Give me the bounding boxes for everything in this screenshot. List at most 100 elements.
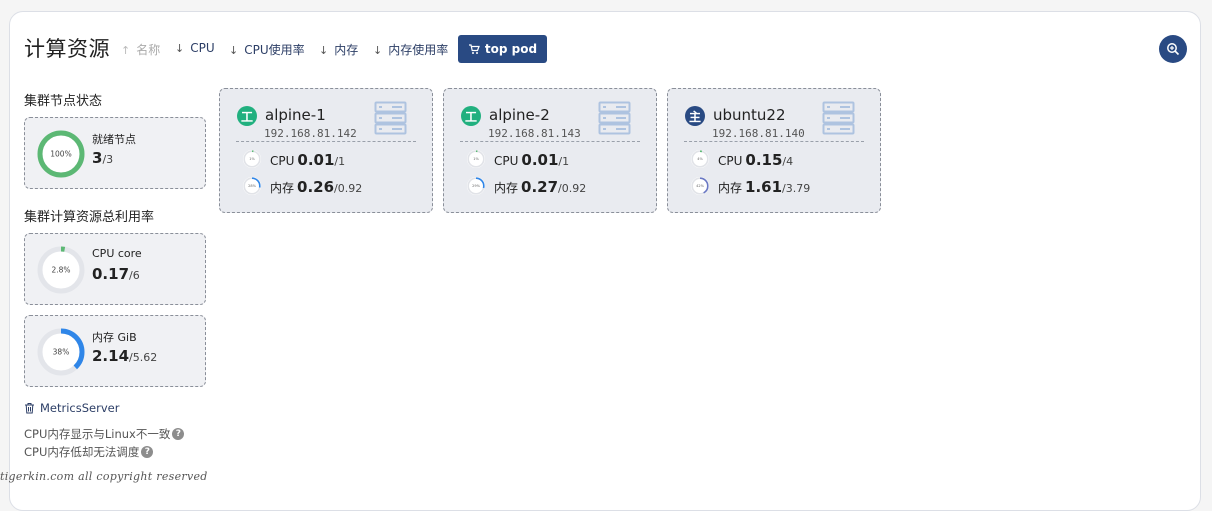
node-ip: 192.168.81.143 (488, 127, 581, 140)
value: 3 (92, 149, 103, 167)
server-icon (822, 101, 855, 135)
master-badge: 主 (685, 106, 705, 126)
memory-value: 0.27 (521, 178, 559, 196)
node-name: ubuntu22 (713, 106, 786, 124)
top-pod-button[interactable]: top pod (458, 35, 547, 63)
sort-arrow-icon: ↓ (373, 44, 383, 57)
ring-percent: 38% (53, 348, 70, 357)
watermark: tigerkin.com all copyright reserved (0, 470, 208, 483)
memory-total: /0.92 (558, 182, 587, 195)
ready-nodes-value: 3/3 (92, 149, 113, 167)
cluster-cpu-ring: 2.8% (37, 246, 85, 294)
ready-nodes-label: 就绪节点 (92, 133, 136, 146)
sort-by-cpu-usage[interactable]: ↓ CPU使用率 (229, 41, 305, 58)
ring-percent: 2.8% (51, 266, 70, 275)
cluster-status-title: 集群节点状态 (24, 94, 103, 109)
cpu-core-label: CPU core (92, 247, 142, 260)
sort-label: 名称 (136, 43, 161, 57)
memory-label: 内存 (270, 181, 295, 195)
ring-percent: 1% (473, 157, 479, 161)
cluster-memory-card: 38% 内存 GiB 2.14/5.62 (24, 315, 206, 387)
note-cannot-schedule: CPU内存低却无法调度? (24, 444, 154, 460)
worker-badge: 工 (237, 106, 257, 126)
sort-label: CPU使用率 (244, 43, 305, 57)
divider (460, 141, 640, 142)
sort-label: 内存使用率 (388, 43, 449, 57)
memory-label: 内存 (718, 181, 743, 195)
memory-total: /3.79 (782, 182, 811, 195)
server-icon (374, 101, 407, 135)
worker-badge: 工 (461, 106, 481, 126)
node-name: alpine-1 (265, 106, 326, 124)
cluster-memory-ring: 38% (37, 328, 85, 376)
memory-total: /0.92 (334, 182, 363, 195)
note-cpu-memory-display: CPU内存显示与Linux不一致? (24, 426, 185, 442)
node-card[interactable]: 工 alpine-1 192.168.81.142 1% CPU 0.01/1 2… (219, 88, 433, 213)
cpu-core-value: 0.17/6 (92, 265, 140, 283)
help-icon[interactable]: ? (141, 446, 154, 458)
note-text: CPU内存低却无法调度 (24, 445, 140, 459)
cpu-label: CPU (718, 154, 743, 168)
ring-percent: 1% (249, 157, 255, 161)
divider (236, 141, 416, 142)
memory-usage-ring: 28% (243, 177, 261, 195)
cpu-label: CPU (494, 154, 519, 168)
ring-percent: 4% (697, 157, 703, 161)
cpu-value: 0.01 (297, 151, 335, 169)
cpu-value: 0.01 (521, 151, 559, 169)
cluster-cpu-card: 2.8% CPU core 0.17/6 (24, 233, 206, 305)
help-icon[interactable]: ? (172, 428, 185, 440)
node-card[interactable]: 主 ubuntu22 192.168.81.140 4% CPU 0.15/4 4… (667, 88, 881, 213)
divider (684, 141, 864, 142)
zoom-in-button[interactable] (1159, 35, 1187, 63)
node-cpu: CPU 0.01/1 (494, 151, 569, 169)
node-card[interactable]: 工 alpine-2 192.168.81.143 1% CPU 0.01/1 2… (443, 88, 657, 213)
metrics-server-link[interactable]: MetricsServer (24, 401, 119, 415)
ready-nodes-card: 100% 就绪节点 3/3 (24, 117, 206, 189)
memory-value: 0.26 (297, 178, 335, 196)
zoom-in-icon (1167, 43, 1180, 56)
ring-percent: 28% (248, 184, 256, 188)
sort-by-name[interactable]: ↑ 名称 (121, 41, 160, 58)
ring-percent: 29% (472, 184, 480, 188)
cpu-total: /4 (782, 155, 794, 168)
cpu-usage-ring: 1% (467, 150, 485, 168)
node-memory: 内存 1.61/3.79 (718, 178, 810, 196)
sort-by-cpu[interactable]: ↓ CPU (175, 41, 215, 55)
cpu-total: /1 (558, 155, 570, 168)
memory-value: 1.61 (745, 178, 783, 196)
sort-label: 内存 (334, 43, 359, 57)
note-text: CPU内存显示与Linux不一致 (24, 427, 171, 441)
sort-arrow-icon: ↓ (229, 44, 239, 57)
node-cpu: CPU 0.15/4 (718, 151, 793, 169)
memory-usage-ring: 42% (691, 177, 709, 195)
ring-percent: 42% (696, 184, 704, 188)
cpu-total: /1 (334, 155, 346, 168)
value: 2.14 (92, 347, 130, 365)
cpu-value: 0.15 (745, 151, 783, 169)
cart-icon (468, 44, 480, 54)
sort-by-memory[interactable]: ↓ 内存 (319, 41, 358, 58)
cluster-usage-title: 集群计算资源总利用率 (24, 210, 155, 225)
node-memory: 内存 0.27/0.92 (494, 178, 586, 196)
sort-by-memory-usage[interactable]: ↓ 内存使用率 (373, 41, 448, 58)
sort-arrow-icon: ↓ (175, 42, 185, 55)
value: 0.17 (92, 265, 130, 283)
total: /3 (102, 153, 114, 166)
metrics-server-label: MetricsServer (40, 401, 120, 415)
memory-usage-ring: 29% (467, 177, 485, 195)
cpu-usage-ring: 4% (691, 150, 709, 168)
ready-nodes-ring: 100% (37, 130, 85, 178)
sort-label: CPU (190, 41, 215, 55)
node-ip: 192.168.81.140 (712, 127, 805, 140)
node-name: alpine-2 (489, 106, 550, 124)
node-ip: 192.168.81.142 (264, 127, 357, 140)
node-cpu: CPU 0.01/1 (270, 151, 345, 169)
trash-icon (25, 403, 34, 414)
sort-arrow-icon: ↑ (121, 44, 131, 57)
memory-gib-value: 2.14/5.62 (92, 347, 157, 365)
sort-arrow-icon: ↓ (319, 44, 329, 57)
page-title: 计算资源 (24, 37, 110, 61)
total: /5.62 (129, 351, 158, 364)
memory-label: 内存 (494, 181, 519, 195)
